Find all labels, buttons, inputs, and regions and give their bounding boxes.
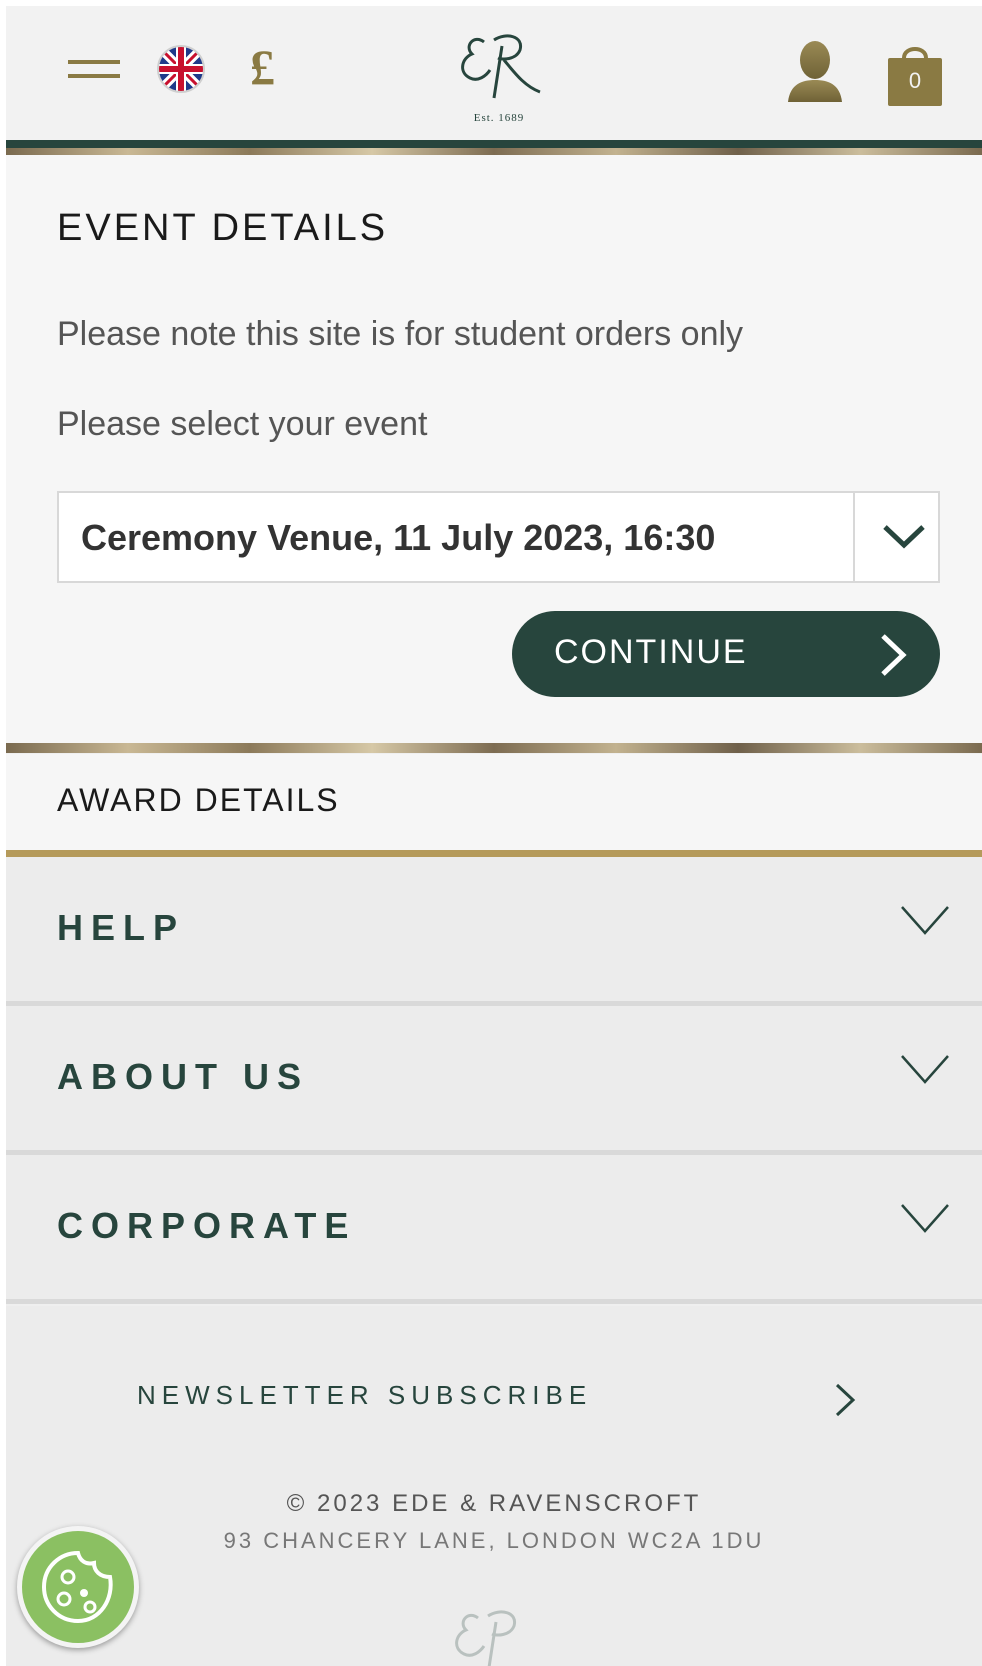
chevron-down-icon[interactable]	[879, 511, 929, 561]
address-text: 93 CHANCERY LANE, LONDON WC2A 1DU	[223, 1528, 765, 1553]
gold-divider	[6, 850, 982, 857]
accordion-label: ABOUT US	[57, 1056, 309, 1097]
site-footer: NEWSLETTER SUBSCRIBE © 2023 EDE & RAVENS…	[6, 1306, 982, 1666]
accordion-corporate[interactable]: CORPORATE	[6, 1155, 982, 1299]
chevron-right-icon	[881, 634, 907, 676]
accordion-help[interactable]: HELP	[6, 857, 982, 1001]
continue-label: CONTINUE	[554, 633, 748, 671]
menu-icon[interactable]	[68, 60, 120, 90]
accordion-label: HELP	[57, 907, 186, 948]
continue-button[interactable]: CONTINUE	[512, 611, 940, 697]
event-details-title: EVENT DETAILS	[57, 207, 389, 249]
chevron-right-icon[interactable]	[834, 1382, 856, 1418]
brand-logo[interactable]: Est. 1689	[444, 20, 554, 130]
copyright-text: © 2023 EDE & RAVENSCROFT	[286, 1490, 702, 1517]
cookie-icon	[41, 1550, 113, 1624]
student-orders-note: Please note this site is for student ord…	[57, 315, 744, 353]
currency-selector[interactable]: £	[250, 42, 275, 92]
event-select[interactable]: Ceremony Venue, 11 July 2023, 16:30	[57, 491, 940, 583]
decorative-strip	[6, 148, 982, 155]
uk-flag-icon[interactable]	[156, 44, 206, 94]
header-divider	[6, 140, 982, 148]
page: £ Est. 1689 0 EVENT DETAILS Please note …	[6, 6, 982, 1666]
account-icon[interactable]	[784, 40, 846, 104]
basket-icon[interactable]: 0	[886, 40, 944, 108]
logo-established: Est. 1689	[473, 112, 525, 124]
event-details-panel: EVENT DETAILS Please note this site is f…	[6, 155, 982, 743]
accordion-label: CORPORATE	[57, 1205, 357, 1246]
divider	[6, 1299, 982, 1304]
decorative-strip	[6, 743, 982, 753]
newsletter-subscribe-link[interactable]: NEWSLETTER SUBSCRIBE	[137, 1380, 592, 1411]
event-select-label: Please select your event	[57, 405, 428, 443]
select-divider	[853, 493, 855, 581]
chevron-down-icon	[901, 1204, 949, 1233]
er-monogram-icon	[455, 1610, 517, 1666]
basket-count: 0	[908, 68, 922, 93]
event-select-value: Ceremony Venue, 11 July 2023, 16:30	[81, 517, 716, 558]
chevron-down-icon	[901, 1055, 949, 1084]
award-details-section[interactable]: AWARD DETAILS	[6, 754, 982, 850]
chevron-down-icon	[901, 906, 949, 935]
site-header: £ Est. 1689 0	[6, 6, 982, 140]
cookie-settings-button[interactable]	[17, 1526, 139, 1648]
accordion-about-us[interactable]: ABOUT US	[6, 1006, 982, 1150]
er-monogram-icon	[461, 34, 541, 99]
award-details-title: AWARD DETAILS	[57, 782, 340, 818]
